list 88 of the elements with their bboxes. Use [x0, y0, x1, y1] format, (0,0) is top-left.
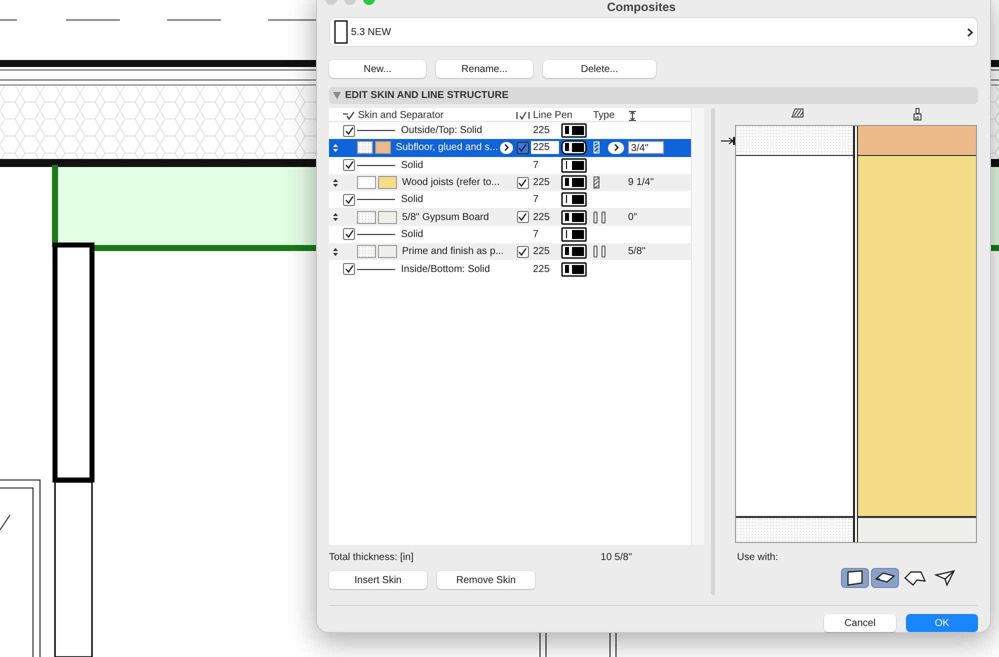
wall-toggle[interactable]	[841, 568, 869, 588]
pen-number: 225	[533, 212, 550, 223]
push-button[interactable]: OK	[906, 614, 978, 632]
window-title: Composites	[607, 1, 676, 13]
line-pen-icon[interactable]	[561, 175, 587, 190]
thickness-icon	[629, 110, 636, 120]
checkbox[interactable]	[343, 194, 355, 206]
checkbox[interactable]	[516, 211, 528, 224]
shell-icon	[933, 568, 957, 588]
push-button[interactable]: New...	[329, 60, 426, 78]
checkbox[interactable]	[516, 142, 528, 154]
skin-name[interactable]: 5/8" Gypsum Board	[402, 210, 513, 225]
drag-handle-icon[interactable]	[332, 213, 338, 222]
pen-number: 225	[533, 264, 550, 275]
table-row[interactable]: Prime and finish as p... 225 5/8"	[329, 243, 691, 260]
table-row[interactable]: Subfloor, glued and s... 225 3/4"	[329, 139, 691, 157]
checkbox[interactable]	[516, 246, 528, 258]
checkbox[interactable]	[516, 176, 528, 189]
separator-line	[357, 199, 395, 200]
pen-number: 7	[533, 160, 539, 171]
column-header[interactable]: Type	[591, 108, 626, 123]
push-button[interactable]: Rename...	[436, 60, 533, 78]
table-row[interactable]: Solid 7	[329, 191, 691, 208]
pen-number: 225	[533, 177, 550, 188]
skin-name[interactable]: Wood joists (refer to...	[402, 175, 513, 190]
expand-button[interactable]	[500, 142, 514, 154]
checkbox[interactable]	[343, 263, 355, 276]
chevron-right-icon	[967, 28, 973, 36]
separator-line	[357, 130, 395, 132]
separator-name: Inside/Bottom: Solid	[401, 262, 490, 277]
column-header[interactable]: Skin and Separator	[357, 108, 514, 123]
separator-line	[357, 234, 395, 235]
line-pen-icon[interactable]	[561, 262, 587, 277]
use-with-label: Use with:	[737, 551, 780, 565]
push-button[interactable]: Cancel	[824, 614, 896, 632]
separator-name: Solid	[401, 158, 424, 173]
drag-handle-icon[interactable]	[332, 144, 338, 152]
chevron-right-icon	[504, 144, 509, 152]
pen-number: 225	[533, 125, 550, 136]
hatch-icon	[790, 108, 804, 118]
thickness-value: 9 1/4"	[628, 177, 654, 188]
pen-field[interactable]: 225	[531, 141, 559, 154]
checkbox[interactable]	[343, 159, 355, 172]
arrow-marker-icon	[721, 137, 735, 145]
composite-selector[interactable]: 5.3 NEW	[329, 17, 978, 47]
separator-name: Solid	[401, 193, 424, 208]
total-thickness-value: 10 5/8"	[600, 551, 632, 565]
composite-icon	[334, 20, 348, 44]
pen-number: 7	[533, 194, 539, 206]
pen-number: 225	[533, 246, 550, 258]
skin-name[interactable]: Prime and finish as p...	[402, 244, 513, 260]
line-pen-icon[interactable]	[561, 158, 587, 173]
checkmark-icon	[343, 111, 355, 120]
separator-line	[357, 164, 395, 166]
expand-button[interactable]	[608, 142, 624, 154]
line-pen-icon[interactable]	[561, 210, 587, 225]
line-pen-icon[interactable]	[561, 192, 587, 208]
paint-brush-icon	[912, 108, 922, 121]
column-header[interactable]: Line Pen	[531, 108, 591, 123]
total-thickness-label: Total thickness: [in]	[329, 551, 414, 565]
drag-handle-icon[interactable]	[332, 248, 338, 256]
line-pen-icon[interactable]	[561, 226, 587, 242]
table-row[interactable]: 5/8" Gypsum Board 225 0"	[329, 208, 691, 226]
checkbox[interactable]	[343, 228, 355, 240]
thickness-value: 5/8"	[628, 246, 646, 258]
line-pen-icon[interactable]	[561, 123, 587, 138]
checkbox[interactable]	[343, 124, 355, 137]
table-row[interactable]: Wood joists (refer to... 225 9 1/4"	[329, 174, 691, 192]
composite-name: 5.3 NEW	[351, 26, 392, 40]
line-pen-icon[interactable]	[561, 140, 587, 156]
line-toggle-icon	[516, 111, 530, 120]
pen-number: 7	[533, 228, 539, 240]
slab-toggle[interactable]	[871, 568, 899, 588]
section-header[interactable]: EDIT SKIN AND LINE STRUCTURE	[329, 87, 978, 104]
push-button[interactable]: Delete...	[543, 60, 656, 78]
separator-line	[357, 268, 395, 270]
thickness-field[interactable]: 3/4"	[628, 141, 664, 154]
table-row[interactable]: Outside/Top: Solid 225	[329, 122, 691, 140]
section-title: EDIT SKIN AND LINE STRUCTURE	[345, 89, 509, 103]
thickness-value: 0"	[628, 212, 638, 223]
drag-handle-icon[interactable]	[332, 178, 338, 187]
push-button[interactable]: Remove Skin	[437, 571, 535, 589]
skin-name[interactable]: Subfloor, glued and s...	[396, 140, 498, 156]
separator-name: Solid	[401, 228, 424, 242]
push-button[interactable]: Insert Skin	[329, 571, 427, 589]
chevron-right-icon	[614, 144, 618, 152]
separator-name: Outside/Top: Solid	[401, 124, 482, 138]
line-pen-icon[interactable]	[561, 244, 587, 260]
